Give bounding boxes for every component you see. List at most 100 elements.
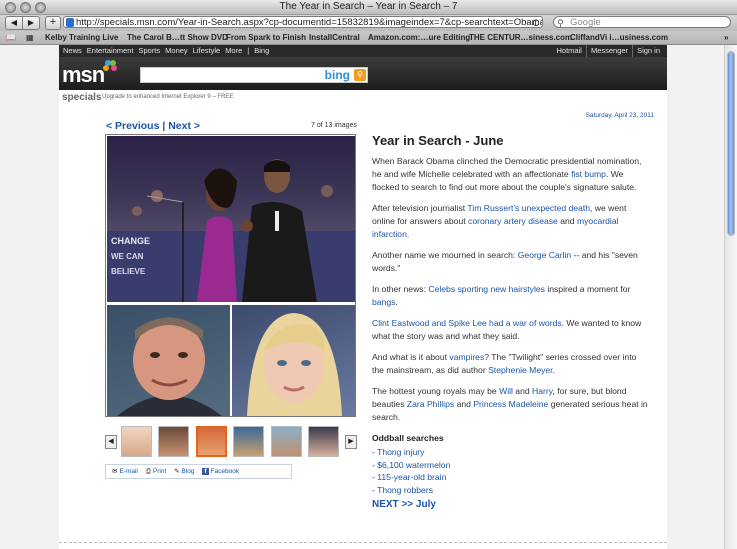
print-link[interactable]: Print [153, 468, 166, 475]
forward-button[interactable]: ▶ [23, 16, 40, 30]
scrollbar-thumb[interactable] [727, 51, 735, 236]
article-paragraph: The hottest young royals may be Will and… [372, 386, 648, 422]
thumbnails-prev-arrow-icon[interactable]: ◀ [105, 435, 117, 449]
nav-bing[interactable]: Bing [254, 45, 269, 57]
bookmark-item[interactable]: Amazon.com:…ure Editing [368, 32, 470, 43]
bookmark-item[interactable]: InstallCentral [309, 32, 360, 43]
bookmark-item[interactable]: THE CENTUR…siness.com [469, 32, 572, 43]
princess-madeleine-link[interactable]: Princess Madeleine [473, 399, 548, 409]
thumbnail-baby[interactable] [121, 426, 152, 457]
harry-link[interactable]: Harry [532, 386, 552, 396]
oddball-item[interactable]: - Thong robbers [372, 484, 650, 497]
coronary-artery-disease-link[interactable]: coronary artery disease [468, 216, 558, 226]
stephenie-meyer-link[interactable]: Stephenie Meyer [488, 365, 553, 375]
nav-separator: | [247, 46, 250, 55]
footer-divider [59, 542, 667, 543]
celeb-hairstyles-link[interactable]: Celebs sporting new hairstyles [428, 284, 545, 294]
eastwood-lee-link[interactable]: Clint Eastwood and Spike Lee had a war o… [372, 318, 562, 328]
print-icon: ⎙ [145, 468, 151, 475]
email-icon: ✉ [112, 468, 118, 475]
bookmark-item[interactable]: Kelby Training Live [45, 32, 118, 43]
facebook-link[interactable]: Facebook [211, 468, 240, 475]
nav-news[interactable]: News [63, 45, 82, 57]
msn-top-nav: News Entertainment Sports Money Lifestyl… [59, 45, 667, 57]
window-title: The Year in Search – Year in Search – 7 [279, 1, 458, 12]
obama-fist-bump-photo: CHANGE WE CAN BELIEVE [107, 136, 355, 302]
page-content: News Entertainment Sports Money Lifestyl… [59, 45, 667, 549]
previous-link[interactable]: < Previous [106, 120, 159, 132]
oddball-heading: Oddball searches [372, 433, 444, 443]
bing-search-button[interactable]: ⚲ [354, 69, 366, 81]
bookmarks-overflow-icon[interactable]: » [724, 32, 728, 43]
bookmarks-book-icon[interactable]: 📖 [6, 32, 16, 43]
thumbnail-child[interactable] [158, 426, 189, 457]
article-headline: Year in Search - June [372, 133, 504, 148]
article-body: When Barack Obama clinched the Democrati… [372, 155, 650, 496]
thumbnail-man[interactable] [308, 426, 339, 457]
thumbnail-person[interactable] [233, 426, 264, 457]
ie9-upgrade-link[interactable]: Upgrade to enhanced Internet Explorer 9 … [102, 94, 233, 100]
address-bar[interactable]: http://specials.msn.com/Year-in-Search.a… [63, 16, 543, 28]
msn-header: msn bing ⚲ [59, 57, 667, 90]
vampires-link[interactable]: vampires [449, 352, 484, 362]
minimize-window-button[interactable] [20, 2, 31, 13]
add-bookmark-button[interactable]: + [45, 16, 61, 30]
nav-money[interactable]: Money [165, 45, 188, 57]
nav-lifestyle[interactable]: Lifestyle [193, 45, 221, 57]
fist-bump-link[interactable]: fist bump [571, 169, 606, 179]
next-link[interactable]: Next > [168, 120, 200, 132]
will-link[interactable]: Will [499, 386, 513, 396]
search-placeholder: Google [570, 17, 601, 28]
msn-logo[interactable]: msn [62, 62, 105, 88]
site-favicon-icon [66, 18, 74, 27]
gallery-main-image[interactable]: CHANGE WE CAN BELIEVE [105, 134, 356, 417]
email-link[interactable]: E-mail [119, 468, 137, 475]
zoom-window-button[interactable] [35, 2, 46, 13]
window-titlebar: The Year in Search – Year in Search – 7 [0, 0, 737, 15]
next-july-link[interactable]: NEXT >> July [372, 499, 436, 510]
blog-link[interactable]: Blog [182, 468, 195, 475]
close-window-button[interactable] [5, 2, 16, 13]
svg-text:WE CAN: WE CAN [111, 252, 144, 261]
bing-logo: bing [324, 68, 350, 82]
bing-search-input[interactable]: bing ⚲ [140, 67, 368, 83]
reload-icon[interactable]: C [533, 17, 540, 27]
nav-more[interactable]: More [225, 45, 242, 57]
browser-search-field[interactable]: ⚲ Google [553, 16, 731, 28]
back-button[interactable]: ◀ [5, 16, 23, 30]
bookmark-item[interactable]: The Carol B…tt Show DVD [127, 32, 228, 43]
address-url: http://specials.msn.com/Year-in-Search.a… [76, 17, 543, 28]
george-carlin-link[interactable]: George Carlin [518, 250, 572, 260]
sign-in-link[interactable]: Sign in [632, 45, 664, 57]
thumbnails-next-arrow-icon[interactable]: ▶ [345, 435, 357, 449]
bookmarks-bar: 📖 ▦ Kelby Training Live The Carol B…tt S… [0, 31, 737, 45]
search-icon: ⚲ [557, 18, 564, 28]
oddball-item[interactable]: - 115-year-old brain [372, 471, 650, 484]
zara-phillips-link[interactable]: Zara Phillips [407, 399, 454, 409]
page-scrollbar[interactable] [724, 45, 737, 549]
bangs-link[interactable]: bangs [372, 297, 395, 307]
share-bar: ✉ E-mail ⎙ Print ✎ Blog f Facebook [105, 464, 292, 479]
bookmark-item[interactable]: CliffandVi i…usiness.com [570, 32, 668, 43]
top-sites-grid-icon[interactable]: ▦ [26, 32, 34, 43]
nav-sports[interactable]: Sports [138, 45, 160, 57]
article-paragraph: Clint Eastwood and Spike Lee had a war o… [372, 318, 642, 341]
nav-entertainment[interactable]: Entertainment [87, 45, 134, 57]
thumbnail-selected[interactable] [196, 426, 227, 457]
messenger-link[interactable]: Messenger [585, 45, 632, 57]
thumbnail-swimmer[interactable] [271, 426, 302, 457]
image-counter: 7 of 13 images [311, 122, 357, 129]
tim-russert-link[interactable]: Tim Russert's unexpected death [467, 203, 590, 213]
window-controls[interactable] [5, 2, 46, 13]
article-paragraph: In other news: Celebs sporting new hairs… [372, 284, 631, 307]
article-paragraph: After television journalist Tim Russert'… [372, 203, 627, 239]
article-paragraph: Another name we mourned in search: Georg… [372, 250, 638, 273]
browser-toolbar: ◀ ▶ + http://specials.msn.com/Year-in-Se… [0, 15, 737, 31]
hotmail-link[interactable]: Hotmail [553, 45, 586, 57]
bookmark-item[interactable]: From Spark to Finish [226, 32, 306, 43]
thumbnail-strip: ◀ ▶ [105, 426, 357, 459]
gallery-pagination: < Previous | Next > [106, 120, 200, 132]
oddball-item[interactable]: - $6,100 watermelon [372, 459, 650, 472]
facebook-icon: f [202, 468, 209, 475]
oddball-item[interactable]: - Thong injury [372, 446, 650, 459]
